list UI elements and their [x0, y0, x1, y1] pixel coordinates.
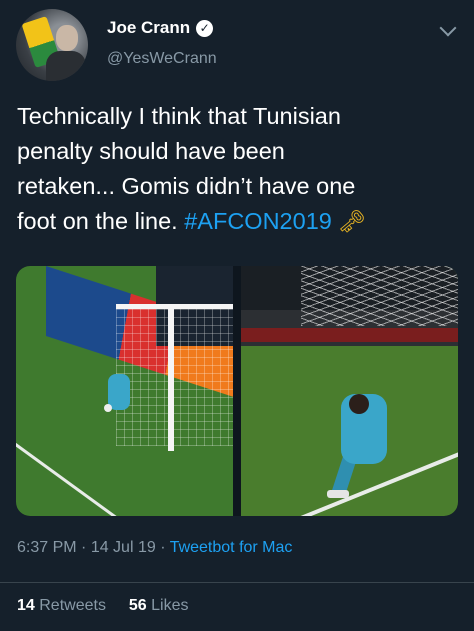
- tweet-text-line: penalty should have been: [17, 138, 285, 164]
- author-handle[interactable]: @YesWeCrann: [107, 50, 217, 68]
- retweets-count[interactable]: 14: [17, 597, 35, 614]
- photo-right[interactable]: [241, 266, 458, 516]
- key-icon: 🗝: [337, 209, 366, 234]
- tweet-text-line: retaken... Gomis didn’t have one: [17, 173, 356, 199]
- hashtag-link[interactable]: #AFCON2019: [184, 208, 332, 234]
- avatar[interactable]: [16, 9, 88, 81]
- source-link[interactable]: Tweetbot for Mac: [170, 539, 293, 556]
- likes-label[interactable]: Likes: [151, 597, 188, 614]
- likes-count[interactable]: 56: [129, 597, 147, 614]
- tweet-date: 14 Jul 19: [90, 539, 156, 556]
- ball-icon: [104, 404, 112, 412]
- media-grid: [16, 266, 458, 516]
- tweet-time: 6:37 PM: [17, 539, 77, 556]
- tweet-text-line: foot on the line.: [17, 208, 185, 234]
- author-display-name[interactable]: Joe Crann: [107, 18, 190, 38]
- author-name[interactable]: Joe Crann ✓: [107, 18, 214, 38]
- retweets-label[interactable]: Retweets: [39, 597, 106, 614]
- goalkeeper-figure: [108, 374, 130, 410]
- tweet-card: Joe Crann ✓ @YesWeCrann Technically I th…: [0, 0, 474, 631]
- tweet-text: Technically I think that Tunisian penalt…: [17, 99, 457, 239]
- tweet-meta: 6:37 PM · 14 Jul 19 · Tweetbot for Mac: [17, 539, 293, 556]
- verified-badge-icon: ✓: [196, 19, 214, 37]
- tweet-text-line: Technically I think that Tunisian: [17, 103, 341, 129]
- tweet-stats: 14 Retweets 56 Likes: [17, 597, 188, 615]
- chevron-down-icon[interactable]: [439, 19, 457, 37]
- divider: [0, 582, 474, 583]
- photo-left[interactable]: [16, 266, 233, 516]
